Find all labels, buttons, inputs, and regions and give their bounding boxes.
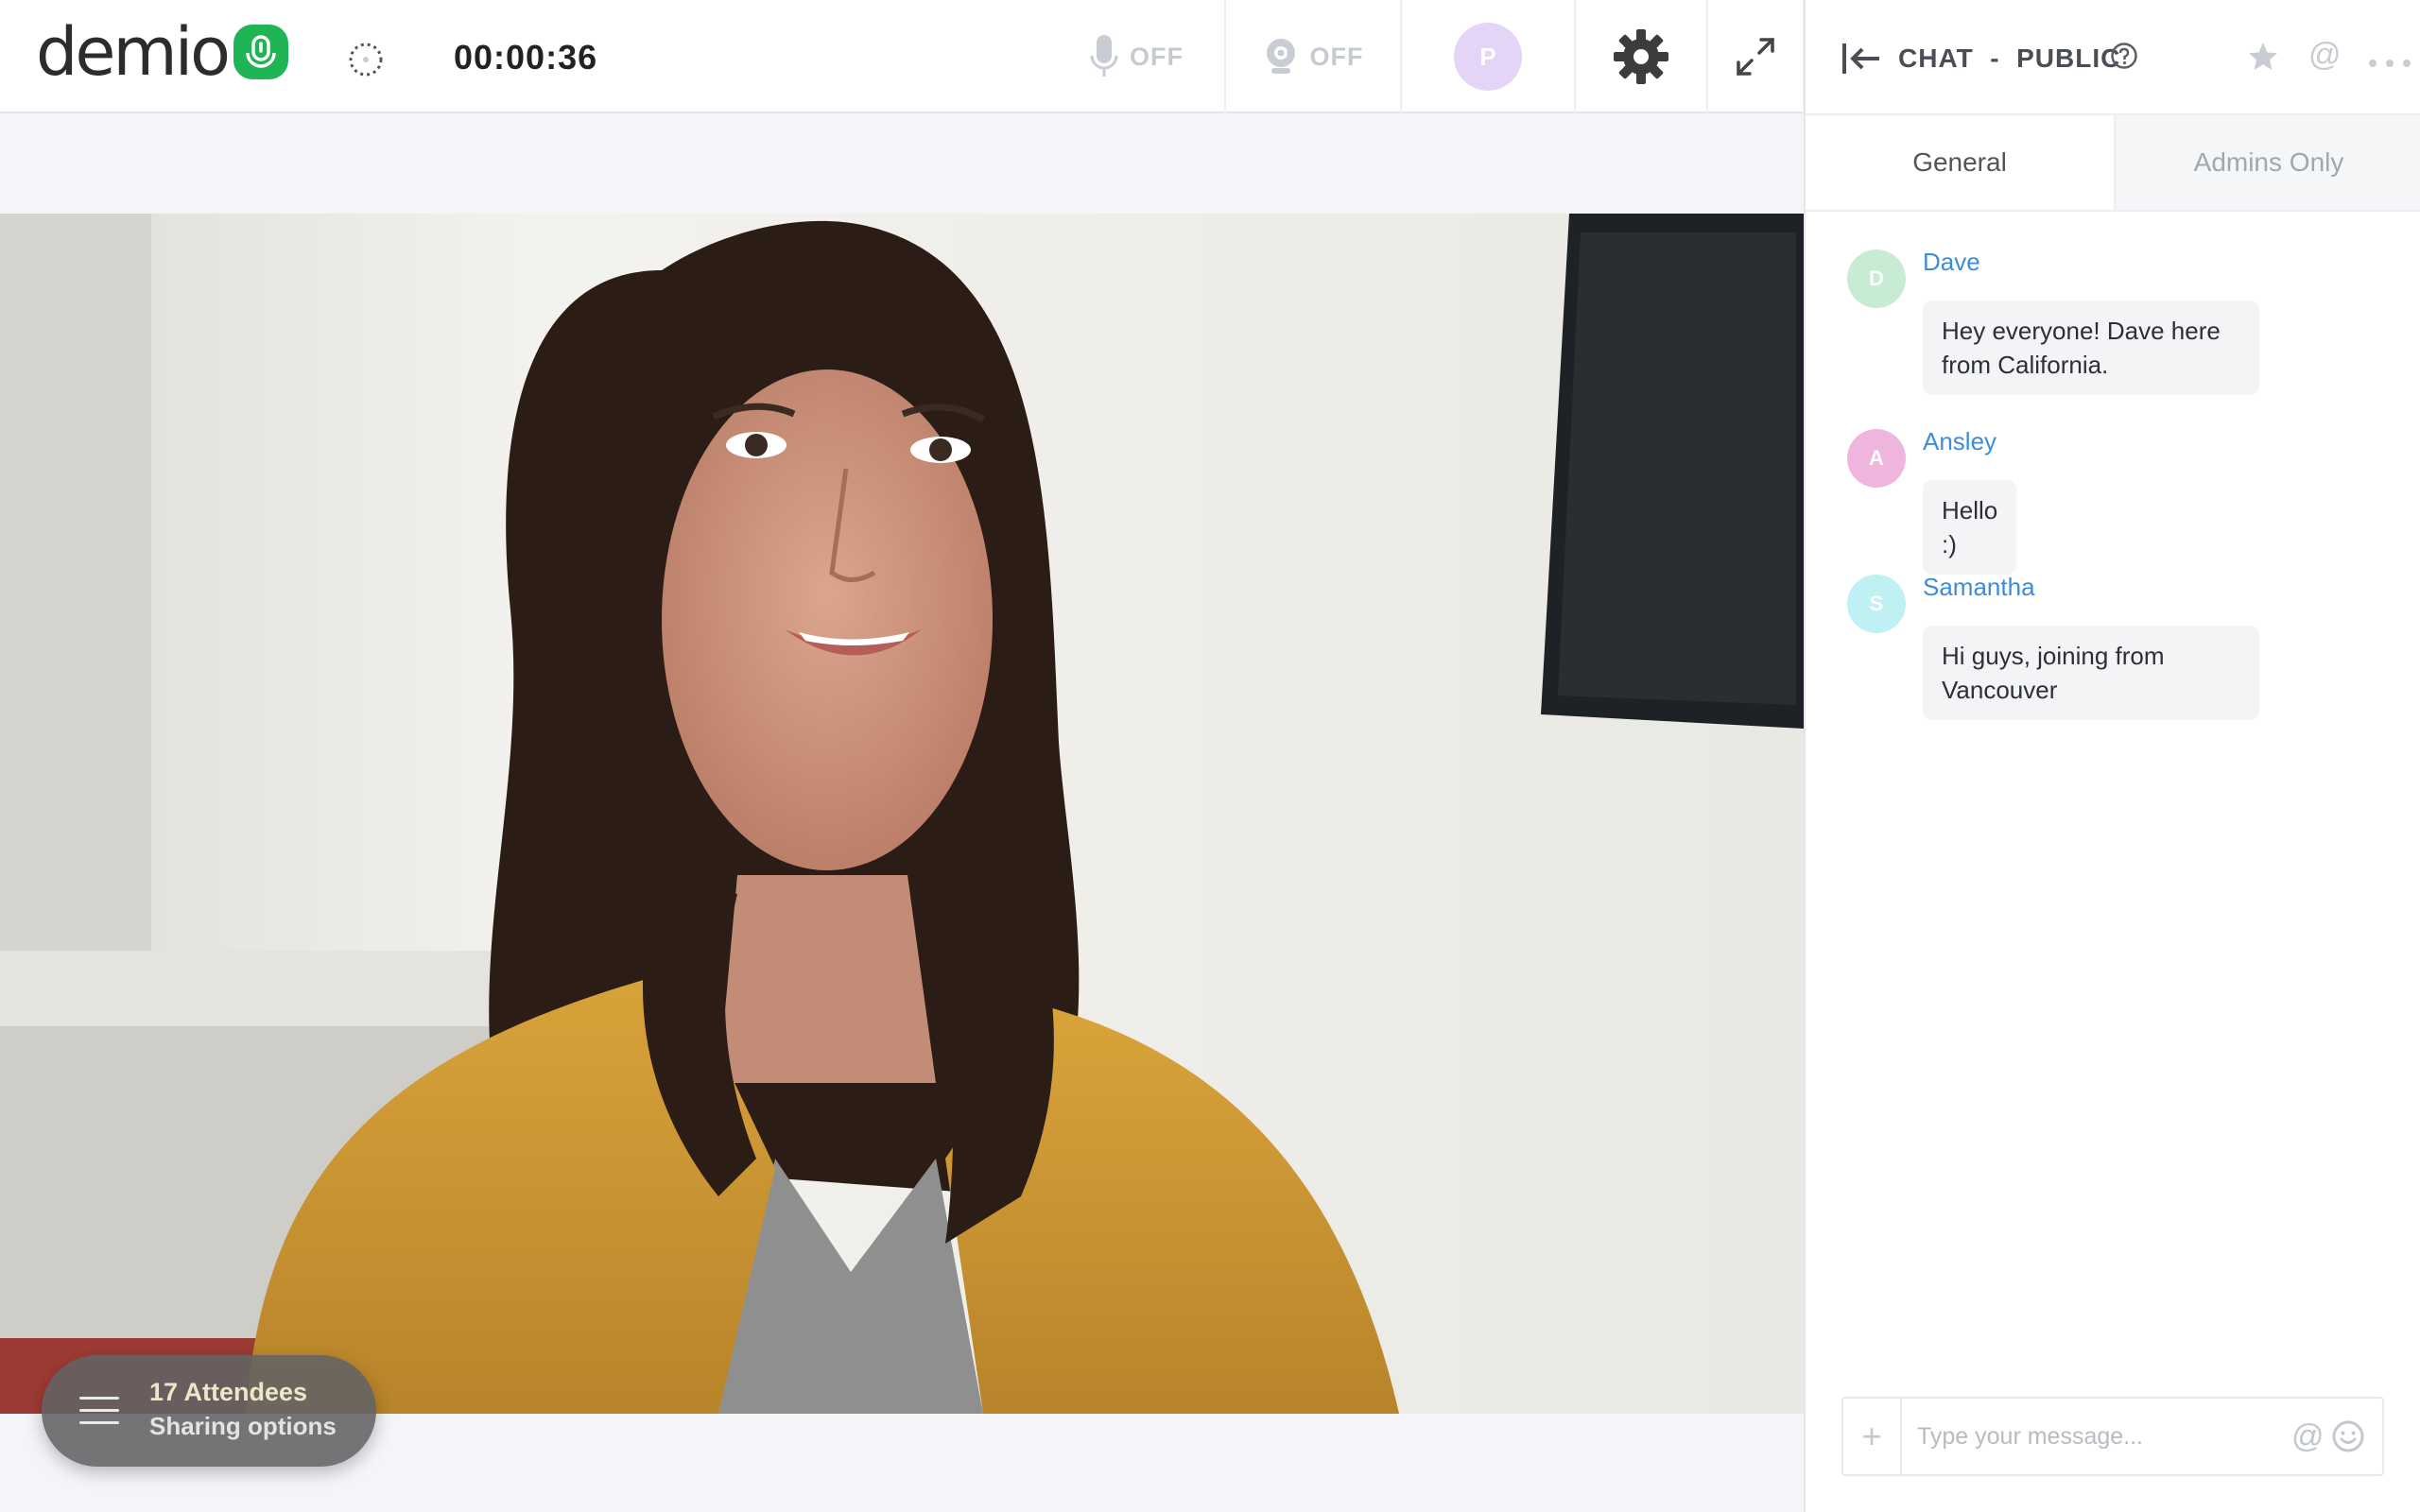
mentions-icon[interactable]: @ xyxy=(2308,38,2342,72)
plus-icon[interactable]: + xyxy=(1843,1399,1902,1474)
message-text-line: Hi guys, joining from xyxy=(1942,642,2165,670)
tab-admins-only[interactable]: Admins Only xyxy=(2114,115,2420,210)
fullscreen-button[interactable] xyxy=(1706,0,1805,113)
attendee-count: 17 Attendees xyxy=(149,1378,308,1406)
message-bubble: Hey everyone! Dave here from California. xyxy=(1923,301,2259,395)
microphone-icon xyxy=(1090,35,1118,77)
logo-wordmark: demio xyxy=(36,13,231,91)
session-timer: 00:00:36 xyxy=(454,38,598,77)
avatar: A xyxy=(1847,429,1906,488)
message-bubble: Hi guys, joining from Vancouver xyxy=(1923,626,2259,720)
presenter-video xyxy=(0,214,1804,1414)
logo-mic-badge-icon xyxy=(233,25,288,79)
star-icon[interactable] xyxy=(2246,40,2280,74)
avatar: D xyxy=(1847,249,1906,308)
message-author[interactable]: Ansley xyxy=(1923,427,1996,456)
message-text-line: from California. xyxy=(1942,351,2109,379)
collapse-panel-icon[interactable] xyxy=(1841,42,1881,76)
camera-status: OFF xyxy=(1309,42,1364,71)
chat-tabs: General Admins Only xyxy=(1806,113,2420,212)
message-text-line: Hello :) xyxy=(1942,496,1998,558)
camera-toggle[interactable]: OFF xyxy=(1224,0,1400,113)
demio-logo: demio xyxy=(36,19,288,85)
tab-general[interactable]: General xyxy=(1806,115,2114,210)
webcam-icon xyxy=(1266,39,1295,74)
attendees-pill[interactable]: 17 Attendees Sharing options xyxy=(42,1355,376,1467)
chat-title: CHAT - PUBLIC xyxy=(1898,43,2121,73)
smiley-icon[interactable] xyxy=(2331,1419,2365,1453)
presenter-avatar: P xyxy=(1454,23,1522,91)
gear-icon xyxy=(1614,29,1668,84)
avatar: S xyxy=(1847,575,1906,633)
chat-header: CHAT - PUBLIC @ xyxy=(1806,0,2420,113)
top-bar: demio 00:00:36 OFF OFF P xyxy=(0,0,1805,113)
chat-panel: CHAT - PUBLIC @ General Admins Only D Da… xyxy=(1804,0,2420,1512)
microphone-status: OFF xyxy=(1130,42,1184,71)
message-bubble: Hello :) xyxy=(1923,480,2017,575)
help-icon[interactable] xyxy=(2110,42,2138,70)
sharing-options-link[interactable]: Sharing options xyxy=(149,1412,337,1441)
presentation-stage: 17 Attendees Sharing options xyxy=(0,114,1804,1512)
message-author[interactable]: Samantha xyxy=(1923,573,2035,602)
recording-status-icon[interactable] xyxy=(348,42,384,77)
settings-button[interactable] xyxy=(1574,0,1706,113)
message-author[interactable]: Dave xyxy=(1923,248,1980,277)
message-composer: + @ xyxy=(1841,1397,2384,1476)
microphone-toggle[interactable]: OFF xyxy=(1049,0,1224,113)
message-text-line: Hey everyone! Dave here xyxy=(1942,317,2221,345)
expand-icon xyxy=(1737,38,1774,76)
message-input[interactable] xyxy=(1917,1419,2276,1453)
at-icon[interactable]: @ xyxy=(2291,1418,2325,1455)
more-options-icon[interactable] xyxy=(2369,55,2416,67)
hamburger-menu-icon xyxy=(79,1397,119,1425)
presenter-avatar-button[interactable]: P xyxy=(1400,0,1574,113)
message-text-line: Vancouver xyxy=(1942,676,2058,704)
